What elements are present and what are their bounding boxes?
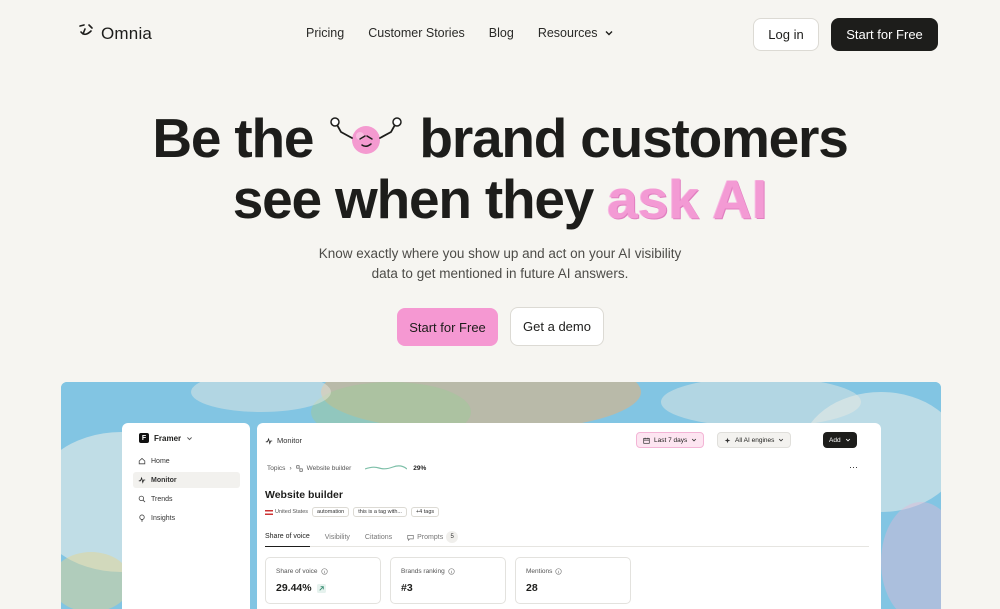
ai-engine-filter[interactable]: All AI engines	[717, 432, 792, 448]
headline-part-brand-customers: brand customers	[419, 107, 848, 169]
headline-part-see-when-they: see when they	[232, 168, 595, 230]
stat-card-value: #3	[401, 582, 413, 594]
sidebar-item-insights[interactable]: Insights	[133, 510, 240, 526]
stat-card-share-of-voice: Share of voice 29.44%	[265, 557, 381, 604]
sidebar-item-label: Trends	[151, 495, 173, 503]
mascot-icon	[327, 117, 405, 162]
stat-card-label: Mentions	[526, 568, 563, 575]
add-button-label: Add	[829, 436, 841, 444]
chevron-down-icon	[692, 438, 697, 442]
info-icon[interactable]	[555, 568, 563, 575]
stat-card-label: Share of voice	[276, 568, 328, 575]
tab-citations[interactable]: Citations	[365, 527, 392, 547]
nav-link-resources-label: Resources	[537, 26, 598, 40]
nav-links: Pricing Customer Stories Blog Resources	[306, 26, 614, 40]
stat-card-label: Brands ranking	[401, 568, 455, 575]
nav-link-customer-stories[interactable]: Customer Stories	[368, 26, 465, 40]
headline-ask-ai: ask AI	[607, 168, 768, 230]
nav-link-pricing[interactable]: Pricing	[306, 26, 344, 40]
more-tags-chip[interactable]: +4 tags	[410, 507, 440, 517]
flag-icon	[265, 509, 273, 515]
nav-start-free-button[interactable]: Start for Free	[831, 18, 938, 51]
breadcrumb-root[interactable]: Topics	[267, 465, 285, 472]
sparkle-icon	[724, 437, 731, 443]
location-tag: United States	[275, 509, 309, 515]
tab-visibility[interactable]: Visibility	[325, 527, 350, 547]
sidebar-item-trends[interactable]: Trends	[133, 491, 240, 507]
stat-card-label-text: Mentions	[526, 568, 553, 575]
hero-subtitle: Know exactly where you show up and act o…	[0, 244, 1000, 284]
headline-part-be-the: Be the	[152, 107, 314, 169]
nav-link-resources[interactable]: Resources	[538, 26, 614, 40]
info-icon[interactable]	[448, 568, 455, 575]
sidebar-item-home[interactable]: Home	[133, 453, 240, 469]
tag-chip[interactable]: automation	[312, 507, 350, 517]
logo[interactable]: Omnia	[77, 22, 152, 45]
sidebar-item-label: Home	[151, 457, 170, 465]
trend-up-icon	[316, 583, 326, 593]
breadcrumb-current: Website builder	[306, 464, 352, 472]
omnia-logo-icon	[77, 22, 95, 45]
breadcrumb-separator-icon: ›	[289, 464, 292, 472]
lightbulb-icon	[139, 514, 145, 522]
get-demo-button[interactable]: Get a demo	[510, 307, 604, 346]
app-sidebar: F Framer Home Monitor Trends Insights	[122, 423, 250, 609]
tab-prompts[interactable]: Prompts 5	[407, 527, 459, 547]
panel-title-label: Monitor	[277, 436, 303, 445]
breadcrumb-percent: 29%	[413, 464, 427, 472]
ai-engine-label: All AI engines	[735, 436, 775, 444]
login-button[interactable]: Log in	[753, 18, 819, 51]
chevron-down-icon	[605, 31, 613, 36]
panel-header-title: Monitor	[265, 436, 302, 445]
chevron-down-icon	[187, 436, 193, 440]
brand-name: Omnia	[101, 23, 153, 43]
hero-start-free-button[interactable]: Start for Free	[397, 308, 498, 346]
stat-card-value-text: 29.44%	[276, 582, 312, 594]
monitor-icon	[138, 476, 146, 484]
date-range-label: Last 7 days	[654, 436, 688, 444]
calendar-icon	[643, 437, 650, 444]
hero-headline-line-1: Be the brand customers	[0, 108, 1000, 168]
tab-bar: Share of voice Visibility Citations Prom…	[265, 527, 869, 547]
product-showcase: F Framer Home Monitor Trends Insights Mo…	[61, 382, 941, 609]
sidebar-item-label: Insights	[151, 514, 176, 522]
prompts-count-badge: 5	[446, 531, 459, 543]
stat-card-brands-ranking: Brands ranking #3	[390, 557, 506, 604]
stat-card-value: 29.44%	[276, 582, 326, 594]
monitor-icon	[265, 437, 273, 445]
search-icon	[138, 495, 146, 503]
sparkline-icon	[365, 465, 408, 470]
hero-headline-line-2: see when they ask AI	[0, 169, 1000, 229]
more-options-icon[interactable]: ⋯	[849, 462, 858, 473]
tag-chip[interactable]: this is a tag with...	[353, 507, 407, 517]
sidebar-item-monitor[interactable]: Monitor	[133, 472, 240, 488]
workspace-switcher[interactable]: F Framer	[139, 433, 193, 443]
workspace-name: Framer	[154, 433, 182, 443]
tab-prompts-label: Prompts	[417, 533, 444, 541]
info-icon[interactable]	[320, 568, 328, 575]
sidebar-item-label: Monitor	[151, 476, 177, 484]
page-title: Website builder	[265, 489, 343, 501]
chat-icon	[407, 534, 414, 541]
framer-logo-icon: F	[139, 433, 149, 443]
top-nav: Omnia Pricing Customer Stories Blog Reso…	[0, 0, 1000, 68]
breadcrumb: Topics › Website builder 29%	[267, 464, 426, 472]
chevron-down-icon	[845, 438, 850, 442]
tag-list: United States automation this is a tag w…	[265, 507, 440, 517]
topic-icon	[295, 464, 303, 472]
stat-card-label-text: Share of voice	[276, 568, 318, 575]
home-icon	[138, 457, 146, 465]
hero-subtitle-line-2: data to get mentioned in future AI answe…	[371, 266, 629, 281]
stat-card-mentions: Mentions 28	[515, 557, 631, 604]
hero-subtitle-line-1: Know exactly where you show up and act o…	[318, 246, 682, 261]
chevron-down-icon	[779, 438, 784, 442]
date-range-picker[interactable]: Last 7 days	[636, 432, 705, 448]
app-main-panel: Monitor Last 7 days All AI engines Add T…	[257, 423, 881, 609]
stat-card-label-text: Brands ranking	[401, 568, 445, 575]
stat-card-value: 28	[526, 582, 538, 594]
tab-share-of-voice[interactable]: Share of voice	[265, 527, 310, 547]
nav-link-blog[interactable]: Blog	[489, 26, 514, 40]
add-button[interactable]: Add	[823, 432, 857, 448]
